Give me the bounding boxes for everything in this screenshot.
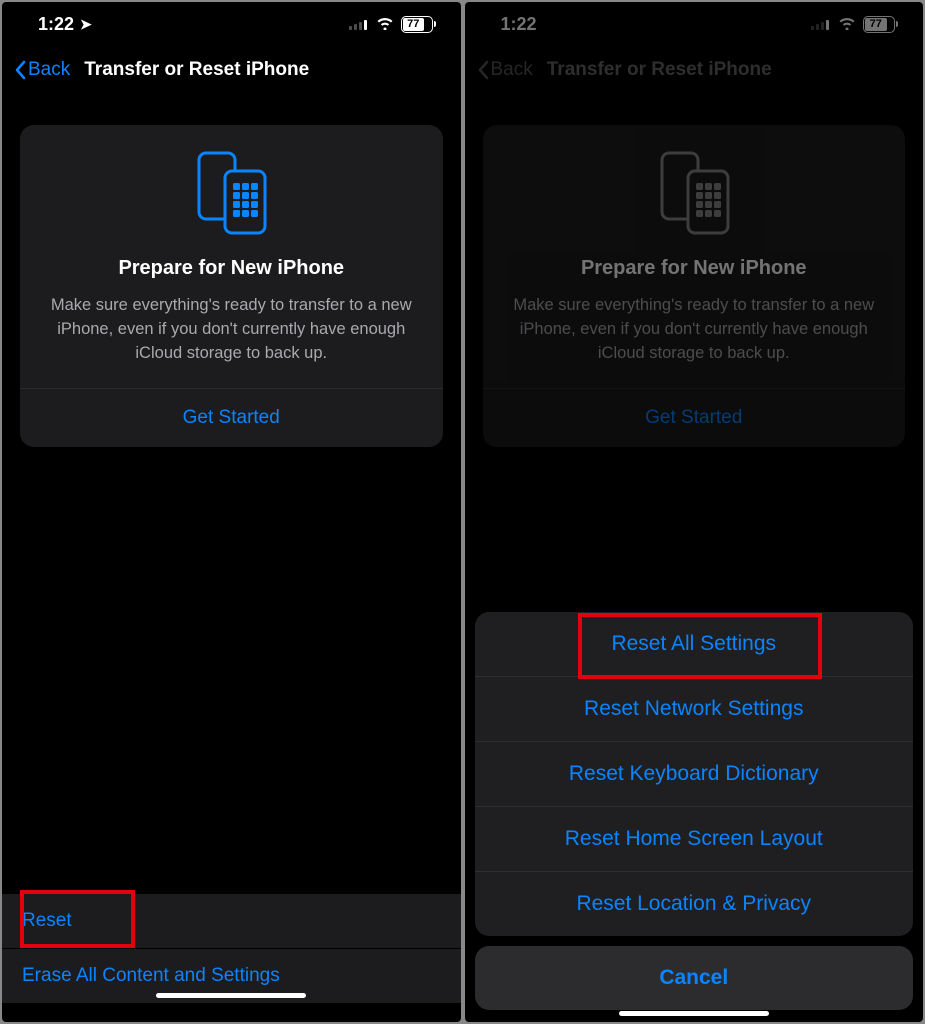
card-title: Prepare for New iPhone bbox=[503, 257, 886, 280]
devices-icon bbox=[654, 149, 734, 237]
cancel-button[interactable]: Cancel bbox=[475, 946, 914, 1010]
prepare-card: Prepare for New iPhone Make sure everyth… bbox=[483, 125, 906, 447]
prepare-card: Prepare for New iPhone Make sure everyth… bbox=[20, 125, 443, 447]
back-label: Back bbox=[491, 59, 533, 81]
back-button: Back bbox=[477, 59, 533, 81]
status-bar: 1:22 77 bbox=[465, 2, 924, 41]
chevron-left-icon bbox=[14, 60, 26, 80]
wifi-icon bbox=[375, 15, 395, 35]
reset-keyboard-dictionary-button[interactable]: Reset Keyboard Dictionary bbox=[475, 742, 914, 807]
screen-right: 1:22 77 Back Transfer or Reset iPhone bbox=[465, 2, 924, 1022]
location-icon: ➤ bbox=[80, 16, 92, 33]
battery-icon: 77 bbox=[863, 16, 895, 33]
reset-location-privacy-button[interactable]: Reset Location & Privacy bbox=[475, 872, 914, 936]
home-indicator[interactable] bbox=[619, 1011, 769, 1016]
screen-left: 1:22 ➤ 77 Back Transfer or Reset iPhone bbox=[2, 2, 461, 1022]
reset-network-settings-button[interactable]: Reset Network Settings bbox=[475, 677, 914, 742]
back-button[interactable]: Back bbox=[14, 59, 70, 81]
page-title: Transfer or Reset iPhone bbox=[84, 59, 309, 81]
bottom-options: Reset Erase All Content and Settings bbox=[2, 894, 461, 1004]
status-bar: 1:22 ➤ 77 bbox=[2, 2, 461, 41]
chevron-left-icon bbox=[477, 60, 489, 80]
battery-level: 77 bbox=[403, 18, 425, 31]
action-sheet: Reset All Settings Reset Network Setting… bbox=[475, 612, 914, 1010]
sheet-options: Reset All Settings Reset Network Setting… bbox=[475, 612, 914, 936]
nav-header: Back Transfer or Reset iPhone bbox=[2, 41, 461, 97]
battery-level: 77 bbox=[865, 18, 887, 31]
home-indicator[interactable] bbox=[156, 993, 306, 998]
devices-icon bbox=[191, 149, 271, 237]
get-started-button[interactable]: Get Started bbox=[40, 389, 423, 447]
status-time: 1:22 bbox=[501, 14, 537, 35]
reset-all-settings-button[interactable]: Reset All Settings bbox=[475, 612, 914, 677]
cellular-icon bbox=[349, 20, 367, 30]
reset-home-screen-layout-button[interactable]: Reset Home Screen Layout bbox=[475, 807, 914, 872]
card-title: Prepare for New iPhone bbox=[40, 257, 423, 280]
card-body: Make sure everything's ready to transfer… bbox=[503, 294, 886, 388]
card-body: Make sure everything's ready to transfer… bbox=[40, 294, 423, 388]
back-label: Back bbox=[28, 59, 70, 81]
page-title: Transfer or Reset iPhone bbox=[547, 59, 772, 81]
get-started-button: Get Started bbox=[503, 389, 886, 447]
wifi-icon bbox=[837, 15, 857, 35]
cellular-icon bbox=[811, 20, 829, 30]
battery-icon: 77 bbox=[401, 16, 433, 33]
reset-button[interactable]: Reset bbox=[2, 894, 461, 949]
status-time: 1:22 bbox=[38, 14, 74, 35]
nav-header: Back Transfer or Reset iPhone bbox=[465, 41, 924, 97]
